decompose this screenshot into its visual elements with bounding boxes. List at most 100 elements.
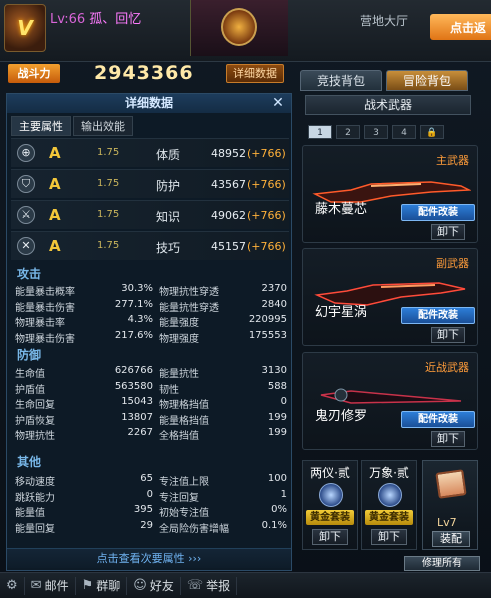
unload-button[interactable]: 卸下 bbox=[431, 327, 465, 343]
secondary-attributes-link[interactable]: 点击查看次要属性 ››› bbox=[7, 548, 291, 568]
return-button[interactable]: 点击返 bbox=[430, 14, 491, 40]
stat-value: 217.6% bbox=[114, 329, 153, 341]
stat-value: 15043 bbox=[121, 396, 153, 408]
attribute-value: 43567 bbox=[211, 178, 246, 191]
mod-button[interactable]: 配件改装 bbox=[401, 411, 475, 428]
stat-label: 护盾恢复 bbox=[15, 415, 55, 427]
weapon-name: 藤木蔓芯 bbox=[315, 202, 368, 217]
stat-value: 1 bbox=[280, 488, 287, 500]
tactical-weapon-header[interactable]: 战术武器 bbox=[305, 95, 471, 115]
page-tab-4[interactable]: 4 bbox=[392, 125, 416, 139]
gold-set-badge: 黄金套装 bbox=[306, 510, 354, 525]
stat-value: 30.3% bbox=[121, 283, 153, 294]
detail-panel: 详细数据 ✕ 主要属性 输出效能 ⊕ A 1.75 体质 48952 (+766… bbox=[6, 93, 292, 571]
attribute-grade: A bbox=[49, 206, 61, 224]
lock-icon[interactable]: 🔒 bbox=[420, 125, 444, 139]
mod-button[interactable]: 配件改装 bbox=[401, 307, 475, 324]
stat-row: 能量暴击概率 30.3% 物理抗性穿透 2370 bbox=[15, 282, 291, 298]
character-detail-screen: V Lv:66 孤、回忆 营地大厅 点击返 战斗力 2943366 详细数据 详… bbox=[0, 0, 491, 598]
page-tab-1[interactable]: 1 bbox=[308, 125, 332, 139]
book-icon bbox=[435, 469, 467, 499]
power-label: 战斗力 bbox=[8, 64, 60, 83]
phone-icon: ☏ bbox=[186, 578, 204, 593]
unload-button[interactable]: 卸下 bbox=[371, 529, 407, 545]
detail-data-button[interactable]: 详细数据 bbox=[226, 64, 284, 83]
flag-icon: ⚑ bbox=[81, 578, 94, 593]
attribute-name: 知识 bbox=[156, 210, 181, 224]
attribute-value: 49062 bbox=[211, 209, 246, 222]
armor-set-slot-2[interactable]: 万象·贰 黄金套装 卸下 bbox=[361, 460, 417, 550]
tab-main-attributes[interactable]: 主要属性 bbox=[11, 116, 71, 136]
group-chat-button[interactable]: ⚑ 群聊 bbox=[76, 576, 128, 595]
stat-row: 能量暴击伤害 277.1% 能量抗性穿透 2840 bbox=[15, 298, 291, 314]
book-slot[interactable]: Lv7 装配 bbox=[422, 460, 478, 550]
friends-icon: ☺ bbox=[133, 578, 147, 593]
tab-adventure-backpack[interactable]: 冒险背包 bbox=[386, 70, 468, 91]
attribute-row: ⛉ A 1.75 防护 43567 (+766) bbox=[11, 169, 289, 198]
mod-button[interactable]: 配件改装 bbox=[401, 204, 475, 221]
main-weapon-slot[interactable]: 主武器 藤木蔓芯 配件改装 卸下 bbox=[302, 145, 478, 243]
settings-button[interactable]: ⚙ bbox=[0, 576, 25, 595]
gold-set-badge: 黄金套装 bbox=[365, 510, 413, 525]
report-label: 举报 bbox=[206, 579, 231, 593]
swords-icon: ⚔ bbox=[17, 206, 35, 224]
stat-value: 2370 bbox=[261, 283, 287, 294]
stat-label: 护盾值 bbox=[15, 384, 45, 396]
unload-button[interactable]: 卸下 bbox=[312, 529, 348, 545]
power-value: 2943366 bbox=[94, 62, 194, 84]
stat-label: 生命值 bbox=[15, 369, 45, 380]
friends-button[interactable]: ☺ 好友 bbox=[127, 576, 181, 595]
melee-weapon-slot[interactable]: 近战武器 鬼刃修罗 配件改装 卸下 bbox=[302, 352, 478, 450]
tab-arena-backpack[interactable]: 竞技背包 bbox=[300, 70, 382, 91]
equip-button[interactable]: 装配 bbox=[432, 531, 470, 547]
stat-label: 生命回复 bbox=[15, 400, 55, 412]
close-icon[interactable]: ✕ bbox=[269, 95, 287, 111]
attribute-list: ⊕ A 1.75 体质 48952 (+766) ⛉ A 1.75 防护 435… bbox=[11, 138, 289, 262]
stat-value: 199 bbox=[267, 427, 287, 439]
stat-row: 物理暴击率 4.3% 能量强度 220995 bbox=[15, 313, 291, 329]
report-button[interactable]: ☏ 举报 bbox=[181, 576, 238, 595]
attribute-name: 防护 bbox=[156, 179, 181, 193]
guild-emblem-icon bbox=[221, 8, 257, 46]
armor-set-slot-1[interactable]: 两仪·贰 黄金套装 卸下 bbox=[302, 460, 358, 550]
panel-title: 详细数据 bbox=[7, 94, 291, 113]
slot-title: 副武器 bbox=[436, 257, 469, 270]
player-name: 孤、回忆 bbox=[89, 12, 142, 27]
book-level: Lv7 bbox=[437, 516, 457, 529]
stat-value: 65 bbox=[140, 473, 153, 484]
repair-all-button[interactable]: 修理所有 bbox=[404, 556, 480, 571]
stat-label: 初始专注值 bbox=[159, 508, 209, 520]
sub-weapon-slot[interactable]: 副武器 幻宇星涡 配件改装 卸下 bbox=[302, 248, 478, 346]
stat-value: 0% bbox=[271, 504, 287, 516]
section-other-title: 其他 bbox=[17, 455, 42, 469]
stat-label: 物理强度 bbox=[159, 333, 199, 345]
slot-title: 主武器 bbox=[436, 154, 469, 167]
stat-value: 175553 bbox=[248, 329, 287, 341]
stat-value: 0.1% bbox=[261, 519, 287, 531]
stat-label: 韧性 bbox=[159, 384, 179, 396]
stat-label: 物理暴击率 bbox=[15, 318, 65, 330]
attribute-name: 体质 bbox=[156, 148, 181, 162]
armor-icon bbox=[378, 483, 402, 507]
gear-icon: ⚙ bbox=[6, 578, 18, 593]
tab-output-efficiency[interactable]: 输出效能 bbox=[73, 116, 133, 136]
weapon-name: 幻宇星涡 bbox=[315, 305, 368, 320]
page-tab-2[interactable]: 2 bbox=[336, 125, 360, 139]
attribute-multiplier: 1.75 bbox=[97, 240, 120, 251]
mail-button[interactable]: ✉ 邮件 bbox=[25, 576, 76, 595]
bottom-bar: ⚙ ✉ 邮件 ⚑ 群聊 ☺ 好友 ☏ 举报 bbox=[0, 572, 491, 598]
stat-value: 29 bbox=[140, 519, 153, 531]
stat-label: 跳跃能力 bbox=[15, 492, 55, 504]
page-tab-3[interactable]: 3 bbox=[364, 125, 388, 139]
attribute-value: 48952 bbox=[211, 147, 246, 160]
stat-value: 563580 bbox=[114, 380, 153, 392]
stat-label: 物理格挡值 bbox=[159, 400, 209, 412]
stat-value: 0 bbox=[146, 488, 153, 500]
avatar[interactable]: V bbox=[4, 4, 46, 52]
attribute-row: ✕ A 1.75 技巧 45157 (+766) bbox=[11, 231, 289, 260]
unload-button[interactable]: 卸下 bbox=[431, 224, 465, 240]
stat-label: 能量格挡值 bbox=[159, 415, 209, 427]
top-header: V Lv:66 孤、回忆 营地大厅 点击返 bbox=[0, 0, 491, 62]
stat-label: 能量回复 bbox=[15, 523, 55, 535]
unload-button[interactable]: 卸下 bbox=[431, 431, 465, 447]
